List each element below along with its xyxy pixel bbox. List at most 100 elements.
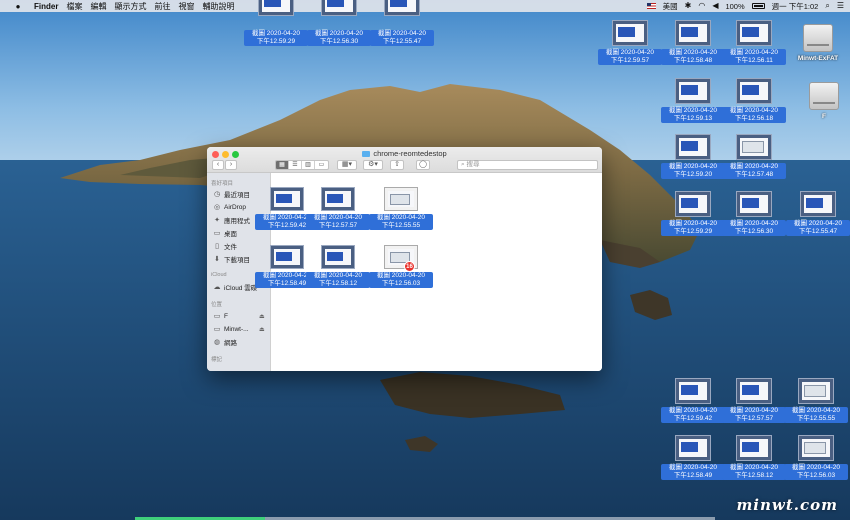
thumbnail-icon: [384, 187, 418, 211]
sidebar-item-network[interactable]: ◍ 網路: [213, 337, 237, 347]
desktop-icon-screenshot[interactable]: 截圖 2020-04-20 下午12.59.29: [661, 191, 725, 247]
search-input[interactable]: ⌕ 搜尋: [457, 160, 598, 170]
file-date: 截圖 2020-04-20: [668, 49, 718, 56]
desktop-icon-screenshot[interactable]: 截圖 2020-04-20 下午12.55.55: [784, 378, 848, 434]
file-time: 下午12.58.12: [318, 280, 358, 287]
desktop-icon-screenshot[interactable]: 截圖 2020-04-20 下午12.55.47: [370, 0, 434, 56]
forward-button[interactable]: ›: [225, 160, 237, 170]
file-icon-screenshot[interactable]: 截圖 2020-04-20 下午12.58.12: [306, 245, 370, 297]
finder-titlebar[interactable]: chrome-reomtedestop ‹ › ▦ ☰ ▥ ▭ ▦▾ ⚙▾ ⇧ …: [207, 147, 602, 173]
drag-count-badge: 16: [404, 261, 415, 272]
drive-icon-f[interactable]: F: [792, 80, 850, 130]
sidebar-item-applications[interactable]: ✦ 應用程式: [213, 215, 250, 225]
file-time: 下午12.59.29: [673, 228, 713, 235]
window-title: chrome-reomtedestop: [207, 149, 602, 158]
desktop-icon-screenshot[interactable]: 截圖 2020-04-20 下午12.56.18: [722, 78, 786, 134]
group-button[interactable]: ▦▾: [337, 160, 357, 170]
bluetooth-icon[interactable]: ✱: [685, 0, 692, 12]
desktop-icon-screenshot[interactable]: 截圖 2020-04-20 下午12.57.57: [722, 378, 786, 434]
file-date: 截圖 2020-04-20: [668, 107, 718, 114]
document-icon: ▯: [215, 243, 219, 250]
gallery-view-icon[interactable]: ▭: [315, 161, 328, 169]
file-time: 下午12.58.12: [734, 472, 774, 479]
thumbnail-icon: [736, 20, 772, 46]
sidebar-tags-header: 標記: [211, 357, 223, 363]
watermark: minwt.com: [736, 496, 838, 514]
file-icon-screenshot[interactable]: 截圖 2020-04-20 下午12.55.55: [369, 187, 433, 239]
drive-icon-minwt-exfat[interactable]: Minwt-ExFAT: [786, 22, 850, 72]
desktop-icon-screenshot[interactable]: 截圖 2020-04-20 下午12.56.30: [307, 0, 371, 56]
menu-view[interactable]: 顯示方式: [114, 1, 146, 12]
file-date: 截圖 2020-04-20: [262, 214, 312, 221]
menu-app-finder[interactable]: Finder: [34, 2, 58, 11]
list-view-icon[interactable]: ☰: [289, 161, 302, 169]
finder-content[interactable]: 截圖 2020-04-20 下午12.59.42 截圖 2020-04-20 下午1…: [255, 173, 602, 371]
sidebar-item-desktop[interactable]: ▭ 桌面: [213, 228, 237, 238]
file-date: 截圖 2020-04-20: [376, 272, 426, 279]
desktop-icon-screenshot[interactable]: 截圖 2020-04-20 下午12.59.20: [661, 134, 725, 190]
menu-window[interactable]: 視窗: [178, 1, 194, 12]
thumbnail-icon: [736, 134, 772, 160]
sidebar-item-airdrop[interactable]: ◎ AirDrop: [213, 202, 246, 212]
spotlight-icon[interactable]: ⌕: [825, 0, 829, 12]
desktop-icon-screenshot[interactable]: 截圖 2020-04-20 下午12.59.57: [598, 20, 662, 76]
desktop-icon-screenshot[interactable]: 截圖 2020-04-20 下午12.56.30: [722, 191, 786, 247]
thumbnail-icon: [612, 20, 648, 46]
cloud-icon: ☁: [213, 284, 221, 291]
sidebar-item-downloads[interactable]: ⬇ 下載項目: [213, 254, 250, 264]
file-icon-screenshot[interactable]: 截圖 2020-04-20 下午12.56.03: [369, 245, 433, 297]
wifi-icon[interactable]: ◠: [698, 0, 705, 12]
volume-icon[interactable]: ◀: [712, 0, 718, 12]
desktop-icon-screenshot[interactable]: 截圖 2020-04-20 下午12.59.13: [661, 78, 725, 134]
menu-file[interactable]: 檔案: [66, 1, 82, 12]
tag-icon[interactable]: ◯: [416, 160, 430, 170]
column-view-icon[interactable]: ▥: [302, 161, 315, 169]
battery-icon[interactable]: [751, 3, 765, 9]
desktop-icon-screenshot[interactable]: 截圖 2020-04-20 下午12.56.03: [784, 435, 848, 491]
menu-edit[interactable]: 編輯: [90, 1, 106, 12]
desktop-icon-screenshot[interactable]: 截圖 2020-04-20 下午12.55.47: [786, 191, 850, 247]
desktop-icon-screenshot[interactable]: 截圖 2020-04-20 下午12.59.42: [661, 378, 725, 434]
sidebar-locations-header: 位置: [211, 302, 223, 308]
back-button[interactable]: ‹: [212, 160, 224, 170]
sidebar-item-recents[interactable]: ◷ 最近項目: [213, 189, 250, 199]
input-source-label[interactable]: 美國: [663, 1, 678, 12]
file-date: 截圖 2020-04-20: [668, 163, 718, 170]
finder-window: chrome-reomtedestop ‹ › ▦ ☰ ▥ ▭ ▦▾ ⚙▾ ⇧ …: [207, 147, 602, 371]
thumbnail-icon: [675, 134, 711, 160]
apple-icon[interactable]: ●: [12, 2, 24, 11]
external-drive-icon: [803, 24, 833, 52]
action-gear-icon[interactable]: ⚙▾: [363, 160, 383, 170]
sidebar-favorites-header: 喜好項目: [211, 181, 234, 187]
thumbnail-icon: [798, 378, 834, 404]
sidebar-item-drive-minwt[interactable]: ▭ Minwt-... ⏏: [213, 324, 265, 334]
battery-percent[interactable]: 100%: [725, 2, 744, 11]
status-area: 美國 ✱ ◠ ◀ 100% 週一 下午1:02 ⌕ ☰: [646, 0, 844, 12]
sidebar-item-label: iCloud 雲碟: [224, 285, 258, 292]
control-center-icon[interactable]: ☰: [837, 0, 844, 12]
menu-go[interactable]: 前往: [154, 1, 170, 12]
desktop-icon-screenshot[interactable]: 截圖 2020-04-20 下午12.56.11: [722, 20, 786, 76]
sidebar-item-documents[interactable]: ▯ 文件: [213, 241, 237, 251]
file-icon-screenshot[interactable]: 截圖 2020-04-20 下午12.57.57: [306, 187, 370, 239]
file-time: 下午12.58.48: [673, 57, 713, 64]
desktop-icon-screenshot[interactable]: 截圖 2020-04-20 下午12.58.49: [661, 435, 725, 491]
sidebar-item-drive-f[interactable]: ▭ F ⏏: [213, 311, 265, 321]
flag-icon[interactable]: [646, 3, 656, 9]
eject-icon[interactable]: ⏏: [259, 326, 265, 333]
file-date: 截圖 2020-04-20: [262, 272, 312, 279]
drive-icon: ▭: [213, 313, 221, 320]
desktop-icon-screenshot[interactable]: 截圖 2020-04-20 下午12.57.48: [722, 134, 786, 190]
menu-help[interactable]: 輔助說明: [202, 1, 234, 12]
icon-view-icon[interactable]: ▦: [276, 161, 289, 169]
desktop-icon-screenshot[interactable]: 截圖 2020-04-20 下午12.59.29: [244, 0, 308, 56]
thumbnail-icon: [736, 191, 772, 217]
desktop-icon-screenshot[interactable]: 截圖 2020-04-20 下午12.58.48: [661, 20, 725, 76]
menu-clock[interactable]: 週一 下午1:02: [772, 1, 819, 12]
sidebar-item-icloud-drive[interactable]: ☁ iCloud 雲碟: [213, 282, 258, 292]
eject-icon[interactable]: ⏏: [259, 313, 265, 320]
file-date: 截圖 2020-04-20: [313, 272, 363, 279]
share-icon[interactable]: ⇧: [390, 160, 404, 170]
window-title-text: chrome-reomtedestop: [373, 149, 447, 158]
desktop-icon-screenshot[interactable]: 截圖 2020-04-20 下午12.58.12: [722, 435, 786, 491]
